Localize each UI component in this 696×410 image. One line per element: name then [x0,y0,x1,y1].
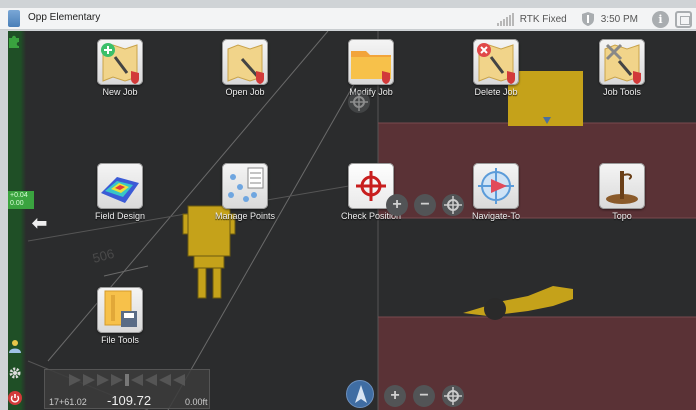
signal-strength-icon [496,12,514,26]
offset-value: 0.00ft [185,397,208,407]
lightbar [69,374,185,388]
power-icon[interactable] [8,391,22,405]
shield-icon [581,12,594,26]
field-design-label: Field Design [94,211,146,221]
window-switch-button[interactable] [675,10,692,28]
delete-job-label: Delete Job [474,87,518,97]
station-value: 17+61.02 [49,397,87,407]
recenter-button-bottom[interactable] [442,385,464,407]
person-icon[interactable] [8,339,22,353]
puzzle-icon[interactable] [8,35,20,49]
check-position-tile[interactable]: Check Position [311,163,431,221]
recenter-button[interactable] [442,194,464,216]
zoom-in-button-bottom[interactable]: + [384,385,406,407]
open-job-icon [222,39,268,85]
navigate-to-icon [473,163,519,209]
file-tools-label: File Tools [101,335,139,345]
new-job-label: New Job [102,87,138,97]
file-tools-tile[interactable]: File Tools [60,287,180,345]
crosshair-icon [350,93,368,111]
job-tools-tile[interactable]: Job Tools [562,39,682,97]
job-tools-icon [599,39,645,85]
window-title: Opp Elementary [28,12,101,23]
modify-job-icon [348,39,394,85]
field-design-tile[interactable]: Field Design [60,163,180,221]
file-tools-icon [97,287,143,333]
map-view[interactable]: 506 +0.04 0.00 ⬅ New Job Open Job Modify… [8,31,696,410]
elevation-value: -109.72 [107,393,152,408]
zoom-in-button[interactable]: + [386,194,408,216]
job-tools-label: Job Tools [603,87,641,97]
open-job-label: Open Job [225,87,265,97]
topo-icon [599,163,645,209]
new-job-icon [97,39,143,85]
modify-job-tile[interactable]: Modify Job [311,39,431,97]
title-bar: Opp Elementary RTK Fixed 3:50 PM i [0,8,696,30]
field-design-icon [97,163,143,209]
left-rail [8,31,26,410]
topo-tile[interactable]: Topo [562,163,682,221]
delete-job-icon [473,39,519,85]
clock: 3:50 PM [600,13,638,25]
back-arrow-icon[interactable]: ⬅ [32,213,47,234]
info-button[interactable]: i [652,10,669,28]
manage-points-tile[interactable]: Manage Points [185,163,305,221]
new-job-tile[interactable]: New Job [60,39,180,97]
app-icon [8,10,20,27]
zoom-out-button[interactable]: − [414,194,436,216]
manage-points-label: Manage Points [214,211,276,221]
topo-label: Topo [612,211,632,221]
open-job-tile[interactable]: Open Job [185,39,305,97]
design-label: 506 [91,246,116,266]
guidance-readout: 17+61.02 -109.72 0.00ft [44,369,210,409]
delete-job-tile[interactable]: Delete Job [436,39,556,97]
manage-points-icon [222,163,268,209]
rail-indicator: +0.04 0.00 [8,191,34,209]
crosshair-icon [444,387,462,405]
status-area: RTK Fixed 3:50 PM i [496,9,692,29]
modify-job-label: Modify Job [349,87,393,97]
gps-status: RTK Fixed [519,13,567,25]
check-position-label: Check Position [340,211,402,221]
recenter-button-top[interactable] [348,91,370,113]
compass-icon[interactable] [346,380,374,408]
zoom-out-button-bottom[interactable]: − [413,385,435,407]
gear-icon[interactable] [8,366,22,380]
crosshair-icon [444,196,462,214]
